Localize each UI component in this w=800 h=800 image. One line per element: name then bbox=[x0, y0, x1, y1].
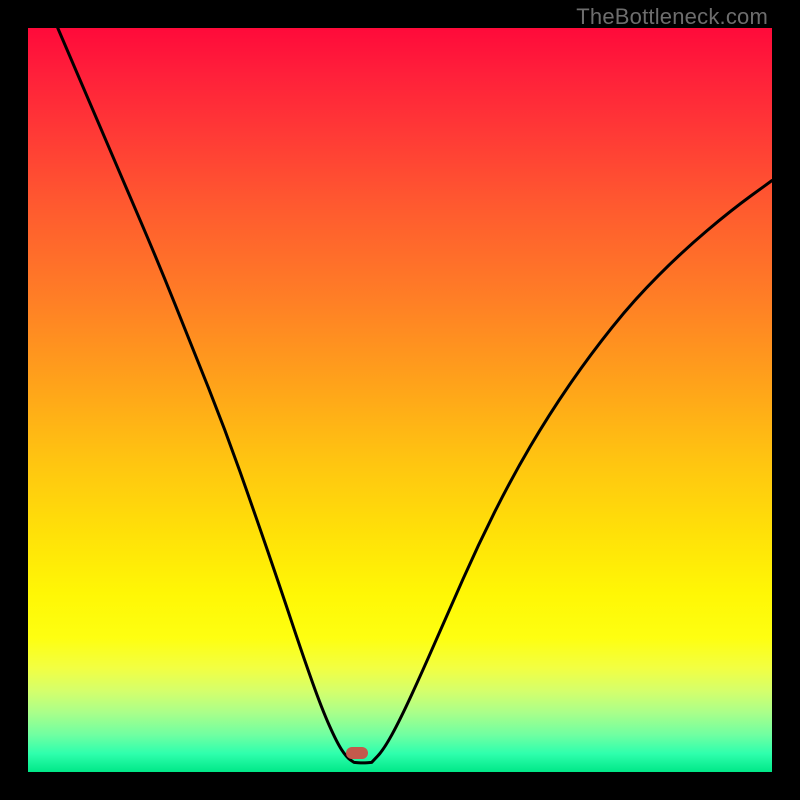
bottleneck-curve bbox=[28, 28, 772, 772]
chart-frame: TheBottleneck.com bbox=[0, 0, 800, 800]
watermark-text: TheBottleneck.com bbox=[576, 4, 768, 30]
minimum-marker bbox=[346, 747, 368, 759]
plot-area bbox=[28, 28, 772, 772]
